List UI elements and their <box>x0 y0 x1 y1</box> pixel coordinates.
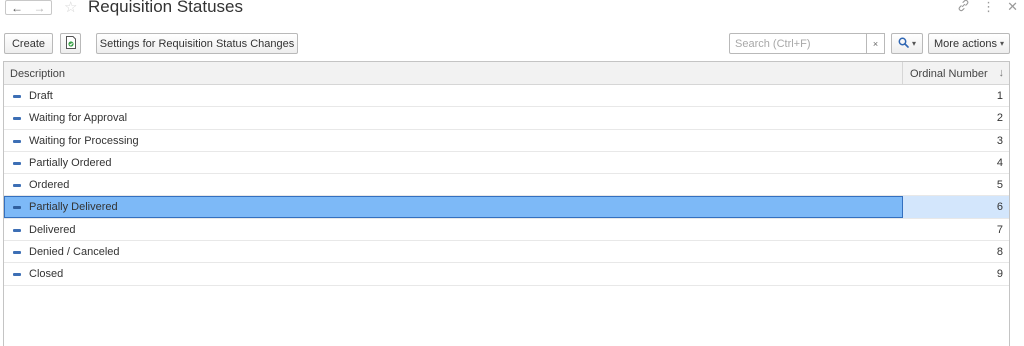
back-button[interactable]: ← <box>5 0 29 15</box>
chevron-down-icon: ▾ <box>911 39 916 48</box>
row-description: Delivered <box>29 223 76 236</box>
search-input[interactable]: Search (Ctrl+F) <box>729 33 867 54</box>
dash-icon <box>13 251 21 255</box>
table-row[interactable]: Draft 1 <box>4 85 1009 108</box>
search-icon <box>898 37 909 51</box>
more-actions-label: More actions <box>934 37 997 50</box>
dash-icon <box>13 117 21 121</box>
row-ordinal: 4 <box>996 156 1003 169</box>
selected-description-cell <box>4 196 903 219</box>
link-icon[interactable] <box>957 0 970 15</box>
sort-arrow-down-icon: ↓ <box>998 67 1005 79</box>
table-row[interactable]: Waiting for Approval 2 <box>4 107 1009 130</box>
dash-icon <box>13 228 21 232</box>
arrow-left-icon: ← <box>11 0 23 15</box>
column-header-description[interactable]: Description <box>10 68 65 80</box>
table-row[interactable]: Closed 9 <box>4 263 1009 286</box>
save-button[interactable] <box>60 33 81 54</box>
table-row[interactable]: Denied / Canceled 8 <box>4 241 1009 264</box>
more-actions-button[interactable]: More actions ▾ <box>928 33 1010 54</box>
row-description: Denied / Canceled <box>29 246 120 259</box>
search-clear-button[interactable]: × <box>866 33 885 54</box>
dash-icon <box>13 161 21 165</box>
page-title: Requisition Statuses <box>88 0 243 16</box>
row-ordinal: 8 <box>996 246 1003 259</box>
dash-icon <box>13 95 21 98</box>
row-description: Waiting for Approval <box>29 112 128 125</box>
star-icon[interactable]: ☆ <box>64 0 77 16</box>
column-header-ordinal-label: Ordinal Number <box>910 68 988 80</box>
dash-icon <box>13 273 21 277</box>
table-row[interactable]: Partially Ordered 4 <box>4 152 1009 175</box>
row-description: Waiting for Processing <box>29 134 139 147</box>
table-row-selected[interactable]: Partially Delivered 6 <box>4 196 1009 219</box>
row-ordinal: 7 <box>996 223 1003 236</box>
row-description: Partially Delivered <box>29 201 118 214</box>
close-icon[interactable]: ✕ <box>1007 0 1018 15</box>
row-ordinal: 1 <box>996 90 1003 102</box>
row-ordinal: 9 <box>996 268 1003 281</box>
table-row[interactable]: Delivered 7 <box>4 219 1009 242</box>
row-description: Closed <box>29 268 64 281</box>
row-ordinal: 5 <box>996 179 1003 192</box>
window-tools: ⋮ ✕ <box>957 0 1018 15</box>
more-vertical-icon[interactable]: ⋮ <box>982 0 995 15</box>
create-button[interactable]: Create <box>4 33 53 54</box>
column-header-ordinal[interactable]: Ordinal Number ↓ <box>902 62 1009 85</box>
title-bar: ← → ☆ Requisition Statuses ⋮ ✕ <box>0 0 1024 20</box>
search-button[interactable]: ▾ <box>891 33 923 54</box>
row-ordinal: 6 <box>996 201 1003 214</box>
save-document-icon <box>65 35 77 52</box>
selected-ordinal-cell <box>903 196 1009 219</box>
chevron-down-icon: ▾ <box>999 39 1004 48</box>
row-description: Ordered <box>29 179 70 192</box>
table-body: Draft 1 Waiting for Approval 2 Waiting f… <box>4 85 1009 286</box>
arrow-right-icon: → <box>33 0 46 15</box>
table-header: Description Ordinal Number ↓ <box>4 62 1009 85</box>
statuses-table: Description Ordinal Number ↓ Draft 1 Wai… <box>3 61 1010 346</box>
command-bar: Create Settings for Requisition Status C… <box>0 33 1024 55</box>
table-row[interactable]: Ordered 5 <box>4 174 1009 197</box>
row-ordinal: 3 <box>996 134 1003 147</box>
row-description: Draft <box>29 90 53 102</box>
dash-icon <box>13 184 21 188</box>
settings-status-changes-button[interactable]: Settings for Requisition Status Changes <box>96 33 298 54</box>
row-ordinal: 2 <box>996 112 1003 125</box>
dash-icon <box>13 139 21 143</box>
table-row[interactable]: Waiting for Processing 3 <box>4 130 1009 152</box>
forward-button[interactable]: → <box>28 0 52 15</box>
row-description: Partially Ordered <box>29 156 112 169</box>
